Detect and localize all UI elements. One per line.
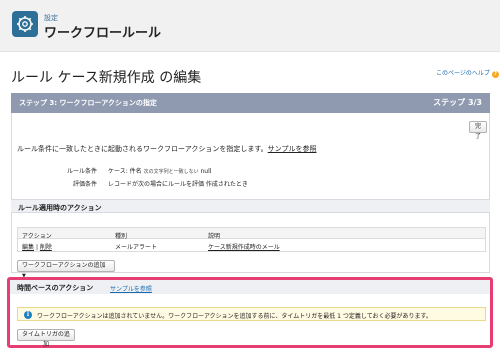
description: ルール条件に一致したときに起動されるワークフローアクションを指定します。サンプル… (17, 144, 316, 154)
step-title: ステップ 3: ワークフローアクションの指定 (19, 99, 157, 107)
time-based-actions-heading: 時間ベースのアクション (17, 284, 94, 292)
rule-eval-label: 評価条件 (72, 181, 97, 188)
rule-condition-field: ケース: 件名 (108, 168, 142, 175)
table-row: 編集 | 削除 メールアラート ケース新規作成時のメール (17, 239, 486, 252)
page-header: 設定 ワークフロールール (0, 0, 500, 52)
row-type: メールアラート (115, 244, 158, 251)
header-title: ワークフロールール (44, 26, 162, 41)
step-counter: ステップ 3/3 (433, 98, 482, 107)
rule-eval-value: レコードが次の場合にルールを評価 作成されたとき (108, 181, 248, 188)
gear-icon (12, 11, 38, 37)
step-header-bar: ステップ 3: ワークフローアクションの指定 ステップ 3/3 (11, 93, 490, 113)
question-icon[interactable]: ? (491, 71, 499, 78)
page-title: ルール ケース新規作成 の編集 (11, 70, 202, 86)
rule-condition-label: ルール条件 (66, 168, 97, 175)
rule-condition-operator: 次の文字列と一致しない (143, 169, 199, 175)
action-separator: | (35, 244, 38, 251)
add-workflow-action-label[interactable]: ワークフローアクションの追加 (22, 262, 105, 269)
rule-condition-target: null (200, 168, 212, 175)
help-link-label[interactable]: このページのヘルプ (436, 70, 490, 77)
row-description-link[interactable]: ケース新規作成時のメール (208, 244, 280, 251)
description-sample-link[interactable]: サンプルを参照 (268, 145, 317, 153)
immediate-actions-heading: ルール適用時のアクション (18, 204, 102, 212)
description-text: ルール条件に一致したときに起動されるワークフローアクションを指定します。 (17, 145, 268, 153)
info-icon: i (24, 311, 32, 319)
add-time-trigger-button[interactable]: タイムトリガの追加 (17, 329, 75, 348)
delete-link[interactable]: 削除 (40, 244, 52, 251)
actions-table-header: アクション 種別 説明 (17, 227, 486, 240)
rule-condition-value: ケース: 件名 次の文字列と一致しない null (108, 166, 211, 175)
edit-link[interactable]: 編集 (22, 244, 34, 251)
immediate-actions-header: ルール適用時のアクション (11, 199, 490, 213)
row-actions: 編集 | 削除 (22, 242, 52, 251)
time-based-sample-link[interactable]: サンプルを参照 (110, 284, 152, 293)
help-link[interactable]: このページのヘルプ? (436, 68, 499, 78)
done-button[interactable]: 完了 (469, 121, 487, 140)
info-message: i ワークフローアクションは追加されていません。ワークフローアクションを追加する… (17, 307, 486, 321)
add-workflow-action-button[interactable]: ワークフローアクションの追加 ▼ (17, 260, 115, 279)
info-message-text: ワークフローアクションは追加されていません。ワークフローアクションを追加する前に… (37, 313, 432, 320)
